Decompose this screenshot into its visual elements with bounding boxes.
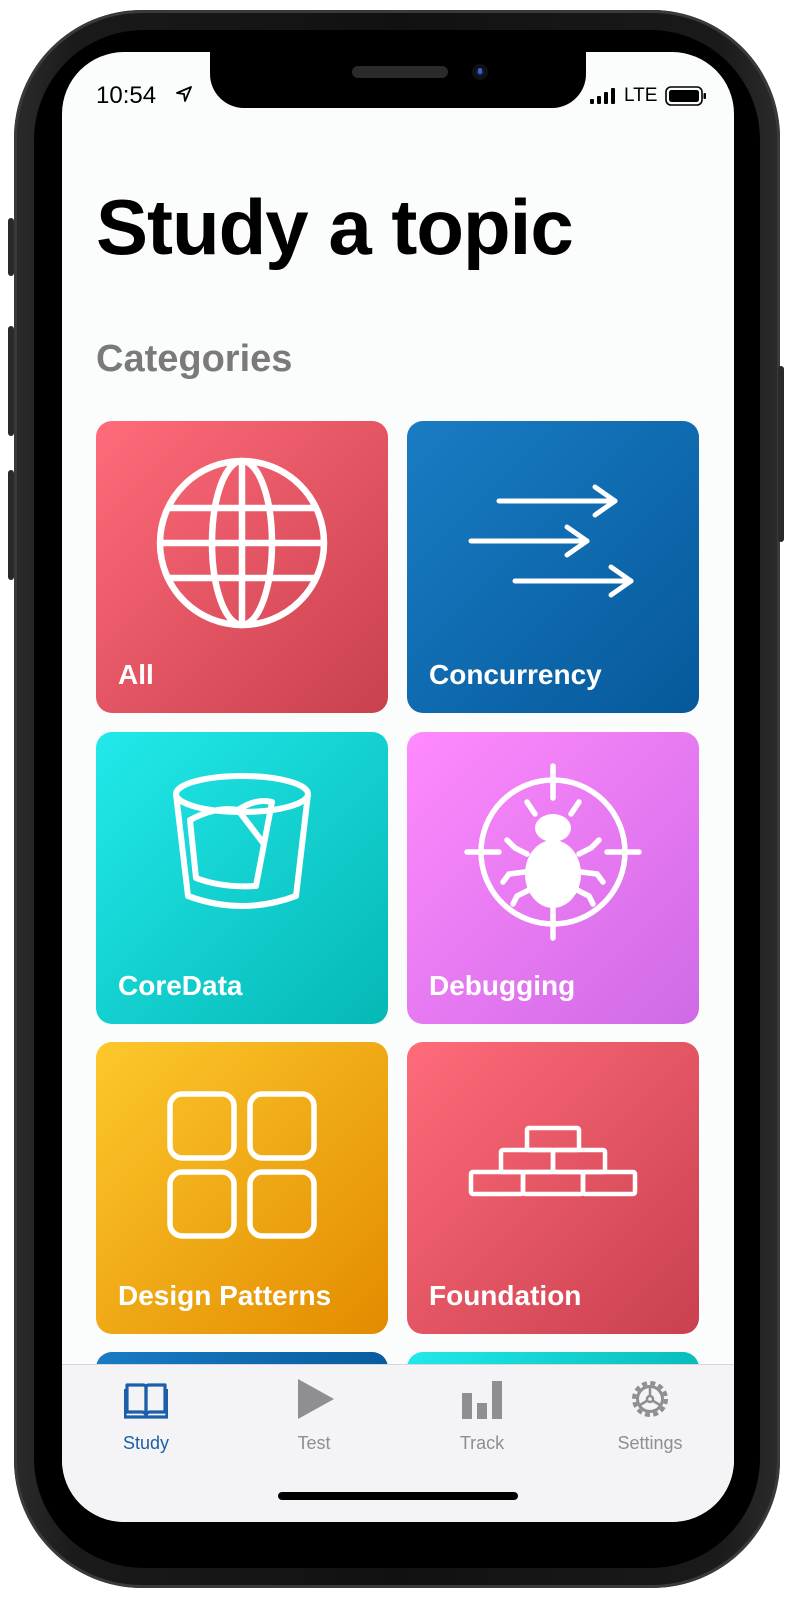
play-icon <box>298 1379 334 1419</box>
category-tile-coredata[interactable]: CoreData <box>96 732 388 1024</box>
category-tile-all[interactable]: All <box>96 421 388 713</box>
tab-label: Track <box>459 1433 505 1453</box>
tab-label: Study <box>122 1433 170 1453</box>
tab-settings[interactable]: Settings <box>566 1365 734 1475</box>
network-label: LTE <box>624 85 658 106</box>
tab-label: Test <box>297 1433 331 1453</box>
volume-down-button <box>8 470 14 580</box>
power-button <box>778 366 784 542</box>
category-label: CoreData <box>118 970 243 1001</box>
home-indicator[interactable] <box>278 1492 518 1500</box>
tab-label: Settings <box>617 1433 683 1453</box>
category-tile-concurrency[interactable]: Concurrency <box>407 421 699 713</box>
volume-up-button <box>8 326 14 436</box>
category-label: Concurrency <box>429 659 602 690</box>
app-screen: 10:54 LTE Study a topic Categories All C… <box>62 52 734 1522</box>
gear-icon <box>632 1381 668 1417</box>
speaker <box>352 66 448 78</box>
tab-track[interactable]: Track <box>398 1365 566 1475</box>
front-camera <box>472 64 488 80</box>
tab-test[interactable]: Test <box>230 1365 398 1475</box>
category-label: Debugging <box>429 970 576 1001</box>
location-arrow-icon <box>176 86 192 102</box>
book-icon <box>124 1383 168 1419</box>
page-title: Study a topic <box>96 183 574 271</box>
bar-chart-icon <box>462 1381 502 1419</box>
section-heading: Categories <box>96 338 293 380</box>
category-label: All <box>118 659 154 690</box>
category-label: Foundation <box>429 1280 582 1311</box>
category-tile-design-patterns[interactable]: Design Patterns <box>96 1042 388 1334</box>
category-label: Design Patterns <box>118 1280 332 1311</box>
signal-icon <box>590 88 615 104</box>
category-tile-foundation[interactable]: Foundation <box>407 1042 699 1334</box>
mute-switch <box>8 218 14 276</box>
tab-study[interactable]: Study <box>62 1365 230 1475</box>
status-time: 10:54 <box>96 82 157 109</box>
battery-icon <box>665 86 706 106</box>
notch <box>210 52 586 108</box>
category-tile-debugging[interactable]: Debugging <box>407 732 699 1024</box>
